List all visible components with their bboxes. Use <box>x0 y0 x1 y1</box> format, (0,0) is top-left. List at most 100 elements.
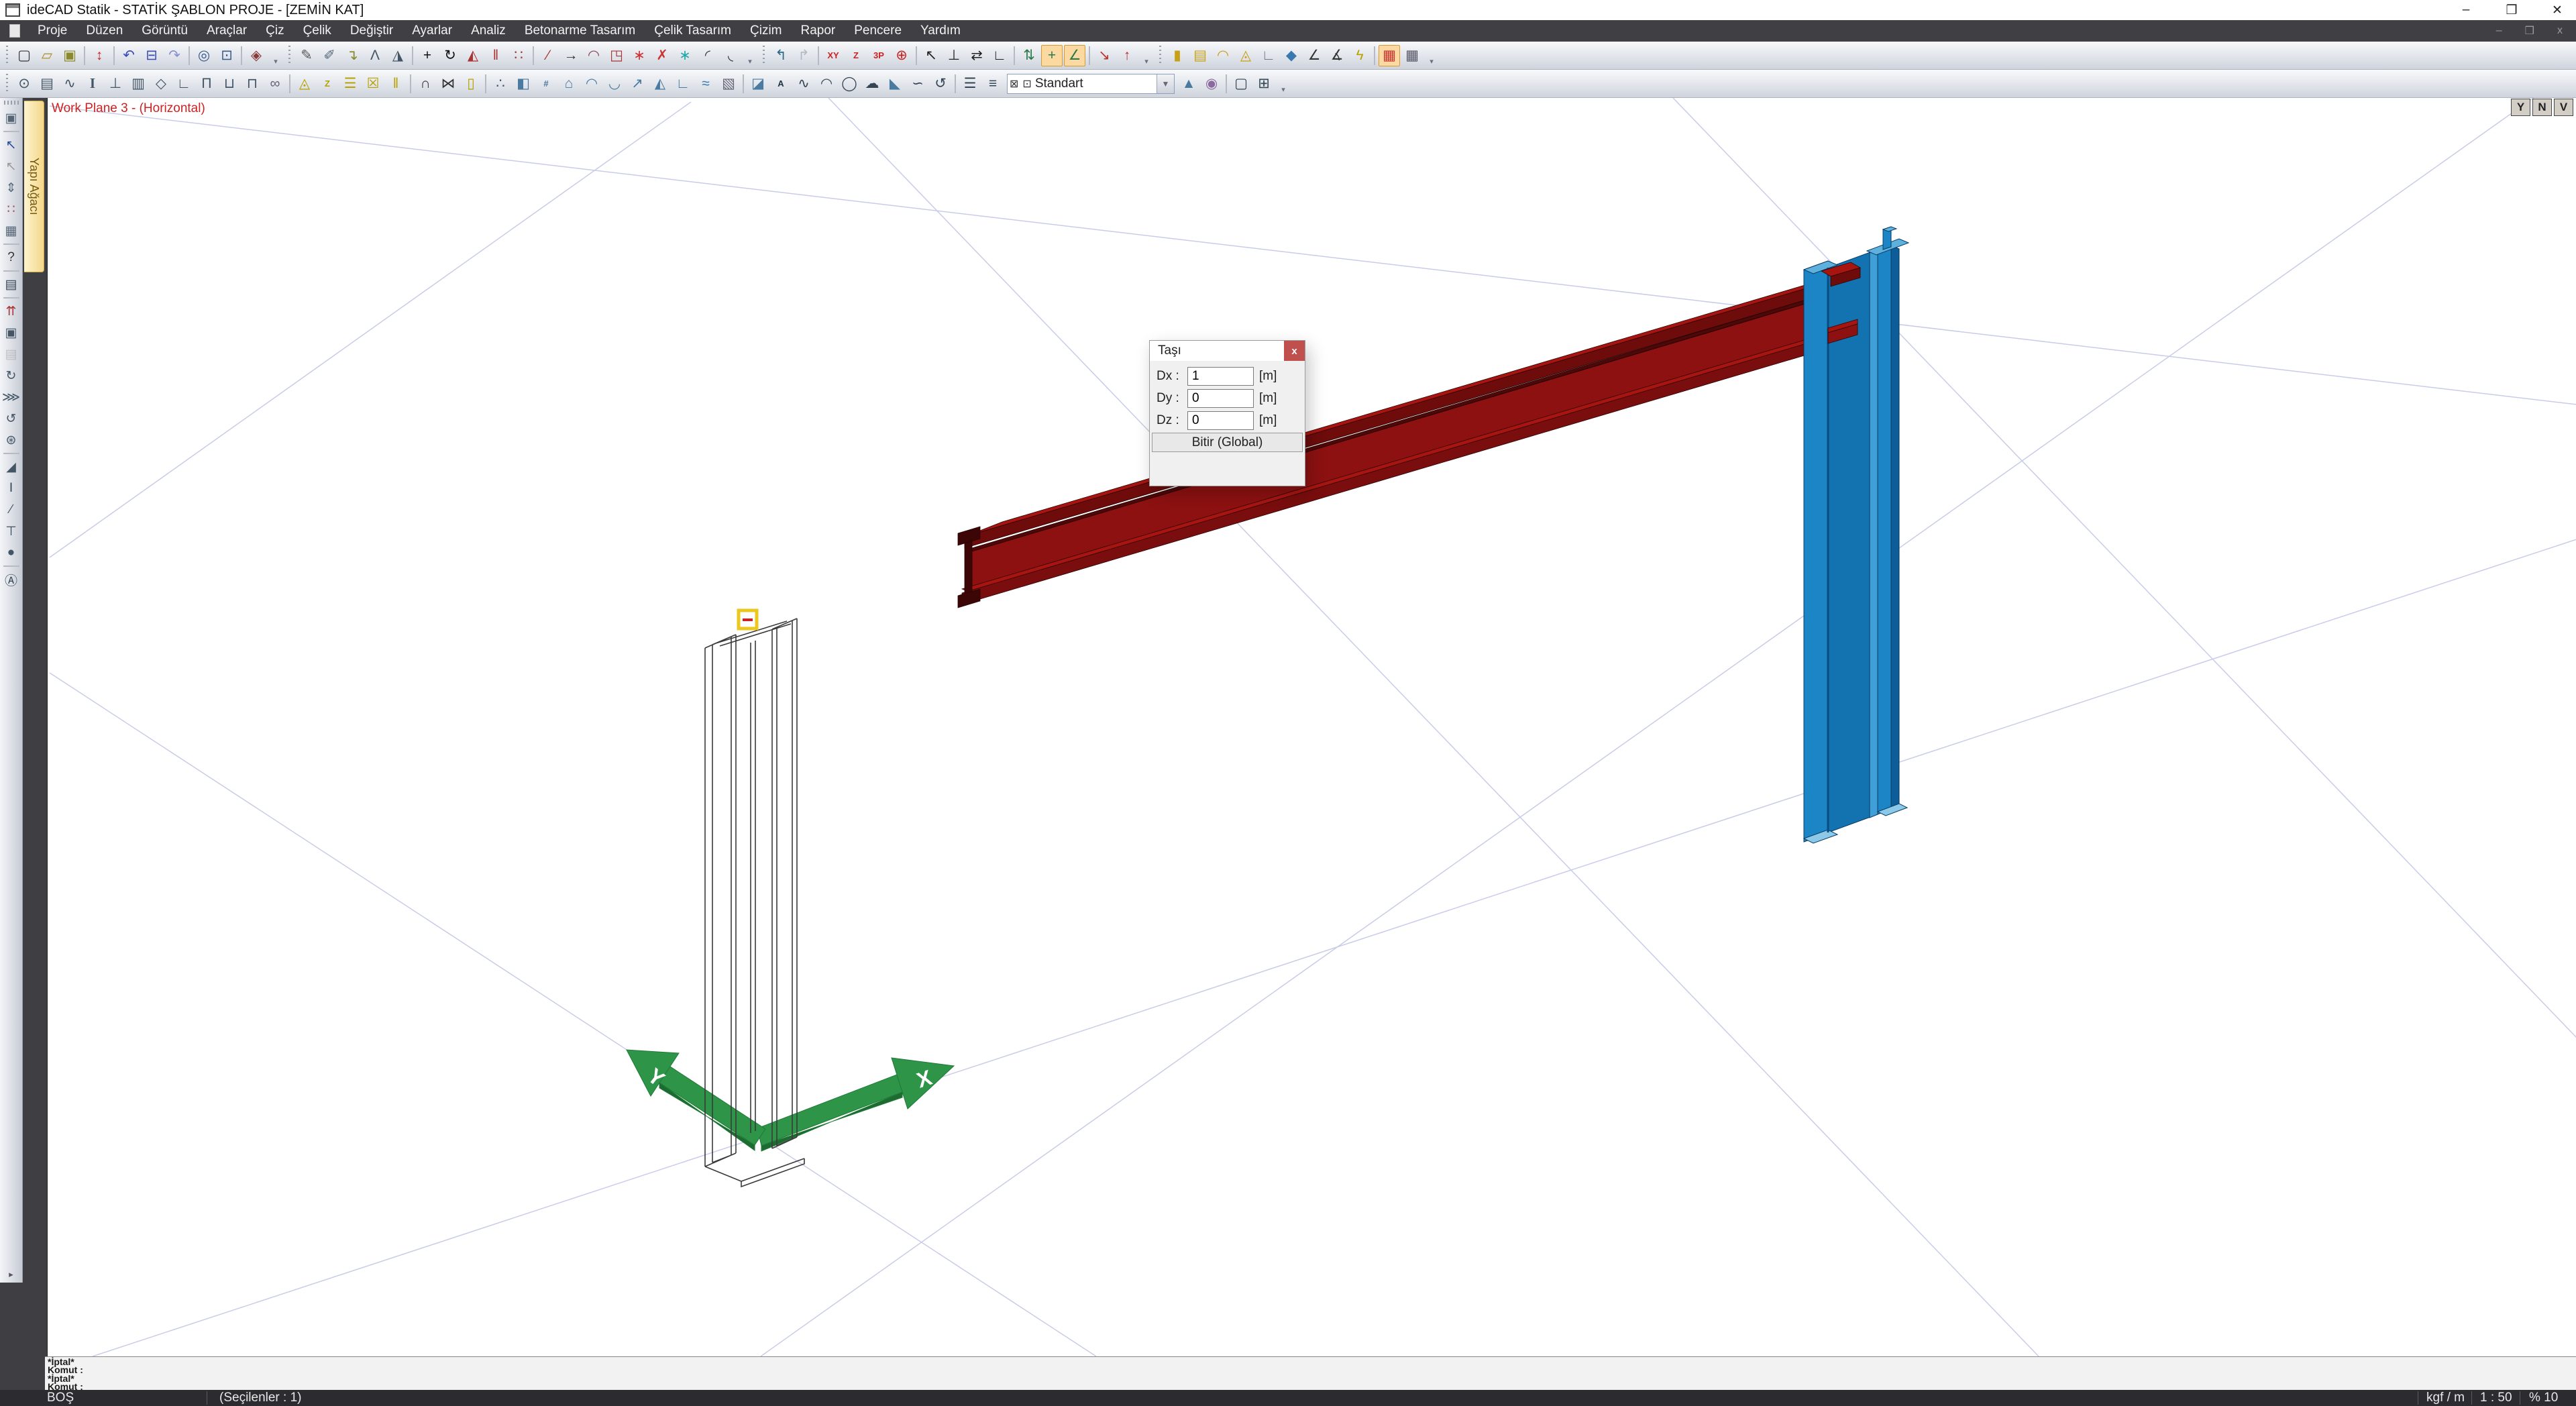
footing-icon[interactable]: ⊓ <box>241 73 263 95</box>
select-move-icon[interactable]: ⇕ <box>2 178 21 197</box>
new-file-icon[interactable]: ▢ <box>13 45 35 66</box>
lock-grid-icon[interactable]: ⇅ <box>1018 45 1040 66</box>
move-dialog[interactable]: Taşı x Dx :[m]Dy :[m]Dz :[m] Bitir (Glob… <box>1149 340 1305 486</box>
braced-frame-icon[interactable]: ☒ <box>362 73 384 95</box>
viewport-quad-icon[interactable]: ⊞ <box>1253 73 1275 95</box>
ramp-icon[interactable]: ↗ <box>627 73 648 95</box>
door-panel-icon[interactable]: ◧ <box>513 73 534 95</box>
axis-node-icon[interactable]: ⊙ <box>13 73 35 95</box>
mdi-close-button[interactable]: x <box>2557 25 2563 37</box>
ortho-corner-icon[interactable]: ∟ <box>989 45 1010 66</box>
combo-dropdown-arrow[interactable]: ▼ <box>1157 74 1174 93</box>
toolbar-overflow-chevron[interactable]: ▾ <box>745 44 755 67</box>
angle-icon[interactable]: ∟ <box>672 73 694 95</box>
drawing-viewport[interactable]: Work Plane 3 - (Horizontal) YNV X Y <box>47 98 2576 1356</box>
divide-icon[interactable]: ∗ <box>629 45 650 66</box>
roof-icon[interactable]: ⌂ <box>558 73 580 95</box>
foundation-icon[interactable]: ⊔ <box>219 73 240 95</box>
intersection-snap-icon[interactable]: ∗ <box>674 45 696 66</box>
solids-icon[interactable]: ● <box>2 543 21 562</box>
pile-icon[interactable]: ▥ <box>127 73 149 95</box>
tower-tool-icon[interactable]: ◬ <box>1235 45 1256 66</box>
axis-curve-icon[interactable]: ∿ <box>59 73 80 95</box>
dome-icon[interactable]: ◠ <box>581 73 602 95</box>
coord-3p-icon[interactable]: 3P <box>868 45 890 66</box>
offset-icon[interactable]: ↺ <box>930 73 951 95</box>
layer-edit-icon[interactable]: ≡ <box>982 73 1004 95</box>
hatch-icon[interactable]: ◣ <box>884 73 906 95</box>
mesh-icon[interactable]: # <box>535 73 557 95</box>
rotate-icon[interactable]: ↻ <box>439 45 461 66</box>
report-icon[interactable]: ▤ <box>2 275 21 294</box>
spline-icon[interactable]: ∽ <box>907 73 928 95</box>
snap-node-icon[interactable]: ↑ <box>1116 45 1138 66</box>
coord-z-icon[interactable]: Z <box>845 45 867 66</box>
fillet-icon[interactable]: ◜ <box>697 45 718 66</box>
viewport-corner-button-n[interactable]: N <box>2532 99 2552 116</box>
arch-icon[interactable]: ∩ <box>415 73 436 95</box>
redo-icon[interactable]: ↷ <box>164 45 185 66</box>
measure-icon[interactable]: ✎ <box>296 45 317 66</box>
incline-icon[interactable]: ∕ <box>2 500 21 519</box>
match-properties-icon[interactable]: ↴ <box>341 45 363 66</box>
copy-icon[interactable]: ▣ <box>2 323 21 342</box>
texture-icon[interactable]: ▧ <box>718 73 739 95</box>
link-nodes-icon[interactable]: ∞ <box>264 73 286 95</box>
rotate-copy-icon[interactable]: ↻ <box>2 366 21 385</box>
toolbar-grip[interactable] <box>5 74 9 94</box>
perpendicular-icon[interactable]: ⊥ <box>943 45 965 66</box>
structure-tree-tab[interactable]: Yapı Ağacı <box>24 101 44 272</box>
mdi-minimize-button[interactable]: – <box>2496 25 2502 37</box>
menu-çelik[interactable]: Çelik <box>294 20 341 42</box>
menu-araçlar[interactable]: Araçlar <box>197 20 256 42</box>
dialog-close-button[interactable]: x <box>1284 341 1305 361</box>
slope-plane-icon[interactable]: ◢ <box>2 457 21 476</box>
fan-array-icon[interactable]: ↺ <box>2 409 21 428</box>
divider-icon[interactable]: Λ <box>364 45 386 66</box>
break-icon[interactable]: ◳ <box>606 45 627 66</box>
menu-yardım[interactable]: Yardım <box>911 20 970 42</box>
menu-analiz[interactable]: Analiz <box>462 20 515 42</box>
layers-icon[interactable]: ☰ <box>959 73 981 95</box>
menu-çelik-tasarım[interactable]: Çelik Tasarım <box>645 20 741 42</box>
trim-icon[interactable]: ∕ <box>537 45 559 66</box>
grid-edit-icon[interactable]: ▦ <box>1379 45 1400 66</box>
profile-tool-icon[interactable]: ∟ <box>1258 45 1279 66</box>
text-icon[interactable]: A <box>770 73 792 95</box>
purlin-icon[interactable]: Z <box>317 73 338 95</box>
menu-proje[interactable]: Proje <box>28 20 76 42</box>
layer-color-icon[interactable]: ◉ <box>1201 73 1222 95</box>
array-icon[interactable]: ∷ <box>508 45 529 66</box>
dx-input[interactable] <box>1187 367 1254 386</box>
corrugated-sheet-icon[interactable]: ‖ <box>385 73 407 95</box>
local-axes-p-icon[interactable]: ∠ <box>1303 45 1325 66</box>
ellipse-icon[interactable]: ◯ <box>839 73 860 95</box>
t-ruler-icon[interactable]: ⊤ <box>2 522 21 541</box>
restore-button[interactable]: ❒ <box>2502 3 2521 18</box>
selection-handle[interactable] <box>739 610 757 629</box>
frame-x-icon[interactable]: ⋈ <box>437 73 459 95</box>
menu-ayarlar[interactable]: Ayarlar <box>402 20 462 42</box>
protractor-icon[interactable]: ◮ <box>387 45 409 66</box>
parallel-icon[interactable]: ⇄ <box>966 45 987 66</box>
menu-görüntü[interactable]: Görüntü <box>132 20 197 42</box>
menu-düzen[interactable]: Düzen <box>76 20 132 42</box>
finish-global-button[interactable]: Bitir (Global) <box>1152 433 1303 452</box>
dz-input[interactable] <box>1187 411 1254 430</box>
pick-icon[interactable]: ↖ <box>920 45 942 66</box>
plate-node-icon[interactable]: ▯ <box>460 73 482 95</box>
layer-up-icon[interactable]: ▲ <box>1178 73 1199 95</box>
menu-pencere[interactable]: Pencere <box>845 20 911 42</box>
ucs-icon[interactable]: ↰ <box>770 45 792 66</box>
slab-icon[interactable]: ◇ <box>150 73 172 95</box>
auto-label-icon[interactable]: Ⓐ <box>2 570 21 589</box>
select-table-icon[interactable]: ▦ <box>2 221 21 240</box>
arc-icon[interactable]: ◠ <box>816 73 837 95</box>
minimize-button[interactable]: – <box>2457 3 2475 17</box>
canopy-icon[interactable]: ◡ <box>604 73 625 95</box>
wall-corner-icon[interactable]: ∟ <box>173 73 195 95</box>
close-button[interactable]: ✕ <box>2548 3 2567 18</box>
stair-tool-icon[interactable]: ▤ <box>1189 45 1211 66</box>
pipette-icon[interactable]: ✐ <box>319 45 340 66</box>
toolbar-overflow-chevron[interactable]: ▾ <box>270 44 281 67</box>
